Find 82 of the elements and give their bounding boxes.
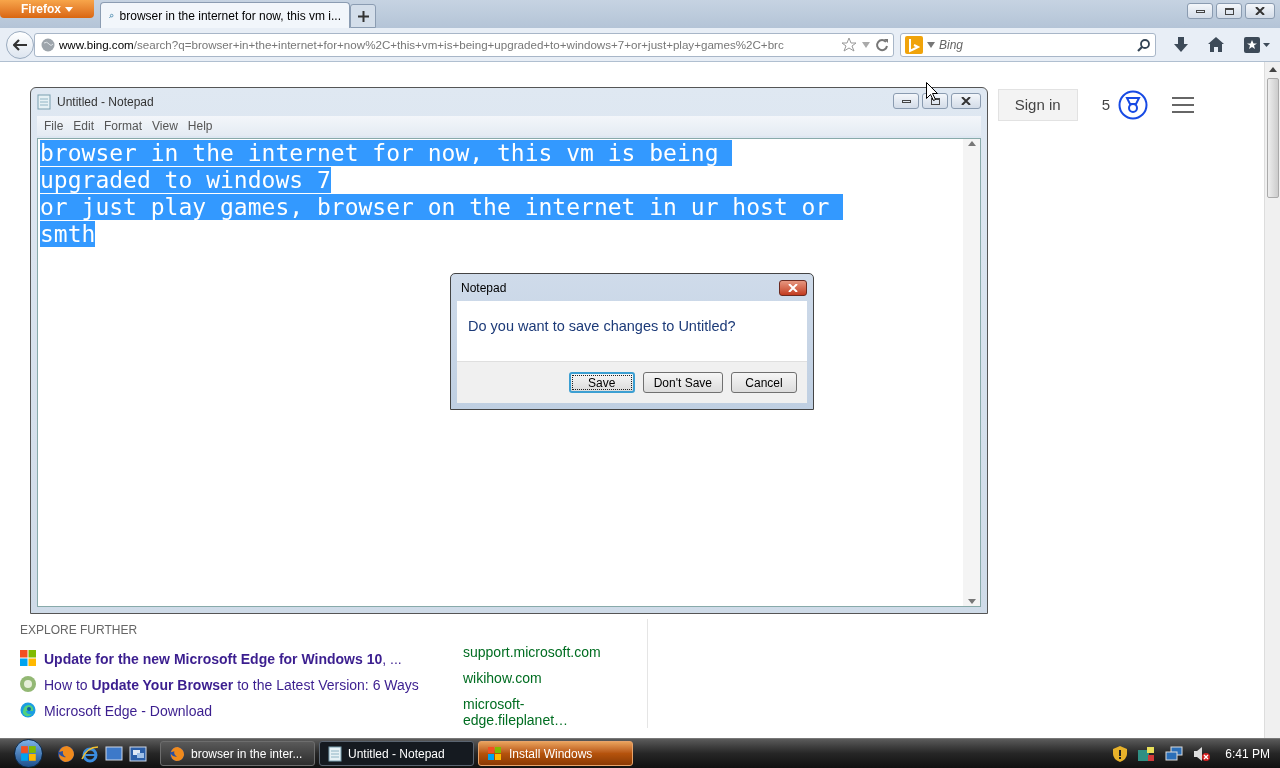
menu-item[interactable]: Format (99, 117, 148, 135)
star-icon[interactable] (841, 36, 857, 53)
rewards-count: 5 (1101, 94, 1110, 115)
url-text: www.bing.com/search?q=browser+in+the+internet+for+now%2C+this+vm+is+being+upgraded+to+windows+7+or+just+play+games%2C+brc (59, 36, 785, 53)
vertical-scrollbar[interactable] (963, 139, 980, 606)
page-scrollbar[interactable] (1264, 62, 1280, 738)
dialog-button[interactable]: Cancel (731, 372, 797, 393)
windows-logo-icon (20, 650, 36, 666)
browser-tab[interactable]: browser in the internet for now, this vm i... (100, 2, 350, 28)
search-field[interactable]: Bing (900, 32, 1156, 57)
result-source: support.microsoft.com (463, 644, 602, 662)
speaker-muted-icon[interactable] (1193, 745, 1212, 762)
tab-title: browser in the internet for now, this vm i... (119, 7, 341, 25)
selected-text: browser in the internet for now, this vm is being (40, 140, 733, 166)
search-input[interactable]: Bing (939, 35, 1133, 54)
network-status-icon[interactable] (1137, 745, 1156, 762)
home-icon[interactable] (1208, 37, 1224, 52)
section-heading: EXPLORE FURTHER (20, 622, 139, 639)
windows-logo-icon (487, 745, 503, 762)
minimize-button[interactable] (1187, 3, 1213, 19)
new-tab-button[interactable] (350, 4, 376, 28)
result-source: wikihow.com (463, 670, 543, 688)
taskbar-button[interactable]: Install Windows (478, 741, 633, 766)
close-button[interactable] (1245, 3, 1275, 19)
dialog-message: Do you want to save changes to Untitled? (468, 318, 736, 334)
close-icon (788, 283, 798, 292)
scrollbar-thumb[interactable] (1266, 78, 1279, 198)
taskbar-button[interactable]: Untitled - Notepad (319, 741, 474, 766)
globe-icon (41, 37, 55, 52)
browser-e-icon[interactable] (81, 744, 99, 763)
dialog-button[interactable]: Don't Save (642, 372, 723, 393)
rewards-medal-icon[interactable] (1118, 90, 1148, 120)
windows-logo-icon (19, 744, 38, 763)
menu-item[interactable]: View (147, 117, 183, 135)
security-shield-icon[interactable] (1113, 745, 1128, 762)
close-icon (1255, 7, 1265, 15)
back-arrow-icon (13, 38, 27, 51)
notepad-icon (328, 745, 342, 762)
mouse-cursor-icon (926, 82, 938, 101)
close-button[interactable] (951, 93, 981, 109)
scroll-up-icon[interactable] (967, 141, 976, 146)
reload-icon[interactable] (875, 37, 889, 52)
download-icon[interactable] (1174, 36, 1188, 53)
firefox-icon[interactable] (57, 744, 75, 763)
search-icon[interactable] (1137, 37, 1151, 52)
start-button[interactable] (14, 739, 43, 768)
menu-item[interactable]: Help (182, 117, 218, 135)
result-source: microsoft-edge.fileplanet… (463, 696, 570, 728)
selected-text: upgraded to windows 7 (40, 167, 331, 193)
result-link[interactable]: Update for the new Microsoft Edge for Windows 10, ... (44, 649, 402, 670)
clock[interactable]: 6:41 PM (1225, 744, 1270, 763)
dropdown-icon[interactable] (927, 41, 935, 48)
dialog-title: Notepad (461, 279, 507, 297)
monitors-icon[interactable] (1165, 745, 1184, 762)
bookmarks-icon[interactable] (1244, 36, 1270, 53)
maximize-button[interactable] (1216, 3, 1242, 19)
menu-icon[interactable] (1172, 97, 1194, 113)
selected-text: or just play games, browser on the internet in ur host or (40, 194, 844, 220)
sign-in-button[interactable]: Sign in (997, 89, 1078, 121)
result-link[interactable]: How to Update Your Browser to the Latest Version: 6 Ways (44, 675, 419, 696)
url-field[interactable]: www.bing.com/search?q=browser+in+the+internet+for+now%2C+this+vm+is+being+upgraded+to+windows+7+or+just+play+games%2C+brc (34, 32, 894, 57)
window-title: Untitled - Notepad (57, 94, 154, 111)
edge-logo-icon (20, 702, 36, 718)
selected-text: smth (40, 221, 96, 247)
menu-item[interactable]: File (39, 117, 69, 135)
scroll-up-icon[interactable] (1268, 67, 1277, 72)
result-link[interactable]: Microsoft Edge - Download (44, 701, 213, 722)
plus-icon (357, 10, 369, 22)
switch-windows-icon[interactable] (129, 745, 147, 762)
back-button[interactable] (6, 30, 34, 59)
site-logo-icon (20, 676, 36, 692)
dialog-button[interactable]: Save (568, 372, 635, 393)
close-button[interactable] (779, 279, 807, 296)
notepad-icon (37, 94, 51, 110)
close-icon (961, 97, 971, 105)
desktop-icon[interactable] (105, 745, 123, 762)
firefox-icon (169, 745, 185, 762)
caret-icon (65, 6, 73, 12)
taskbar-button[interactable]: browser in the inter... (160, 741, 315, 766)
menu-item[interactable]: Edit (68, 117, 100, 135)
scroll-down-icon[interactable] (967, 599, 976, 604)
minimize-button[interactable] (893, 93, 919, 109)
